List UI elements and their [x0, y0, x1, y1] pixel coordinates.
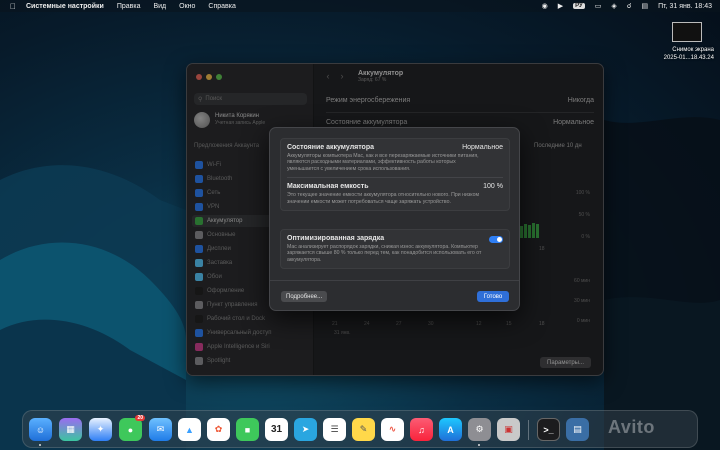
telegram-icon[interactable]: ➤: [294, 418, 317, 441]
capacity-description: Это текущее значение емкости аккумулятор…: [287, 192, 480, 205]
notes-icon[interactable]: ✎: [352, 418, 375, 441]
done-button[interactable]: Готово: [477, 291, 509, 302]
calendar-icon[interactable]: 31: [265, 418, 288, 441]
menu-app-name[interactable]: Системные настройки: [26, 3, 104, 10]
running-indicator: [39, 444, 41, 446]
play-icon[interactable]: ▶: [558, 2, 563, 10]
downloads-folder-icon[interactable]: ▤: [566, 418, 589, 441]
dock-divider: [528, 420, 529, 440]
search-icon[interactable]: ☌: [627, 2, 632, 10]
chat-bubble-icon: ●: [127, 424, 134, 435]
music-icon[interactable]: ♫: [410, 418, 433, 441]
menu-item-view[interactable]: Вид: [153, 3, 166, 10]
menu-clock[interactable]: Пт, 31 янв. 18:43: [658, 3, 712, 10]
app-store-icon[interactable]: A: [439, 418, 462, 441]
safari-icon[interactable]: ✦: [89, 418, 112, 441]
messages-icon[interactable]: ● 20: [119, 415, 145, 441]
photos-icon[interactable]: ✿: [207, 418, 230, 441]
optimized-charging-toggle[interactable]: [489, 236, 503, 243]
menu-item-window[interactable]: Окно: [179, 3, 195, 10]
menu-item-help[interactable]: Справка: [208, 3, 235, 10]
system-settings-icon[interactable]: ⚙: [468, 418, 491, 441]
vpn-status-icon[interactable]: ◉: [542, 2, 548, 10]
desktop-screenshot-name: Снимок экрана: [672, 47, 714, 53]
capacity-value: 100 %: [483, 183, 503, 191]
divider: [270, 280, 519, 281]
finder-icon[interactable]: ☺: [29, 418, 52, 441]
mail-icon[interactable]: ✉: [149, 418, 172, 441]
control-center-icon[interactable]: ▤: [642, 2, 649, 10]
health-card: Состояние аккумулятора Нормальное Аккуму…: [280, 138, 510, 212]
maps-icon[interactable]: ▲: [178, 418, 201, 441]
health-description: Аккумуляторы компьютера Mac, как и все п…: [287, 153, 479, 172]
more-info-button[interactable]: Подробнее...: [281, 291, 328, 302]
health-row: Состояние аккумулятора Нормальное Аккуму…: [281, 139, 509, 177]
capacity-title: Максимальная емкость: [287, 183, 369, 191]
desktop-screenshot-thumbnail[interactable]: [672, 22, 702, 42]
capacity-row: Максимальная емкость 100 % Это текущее з…: [281, 178, 509, 210]
avito-watermark: Avito: [608, 417, 655, 437]
health-title: Состояние аккумулятора: [287, 144, 375, 151]
preview-icon[interactable]: ▣: [497, 418, 520, 441]
freeform-icon[interactable]: ∿: [381, 418, 404, 441]
desktop-screenshot-date: 2025-01...18.43.24: [663, 55, 714, 61]
battery-icon[interactable]: ▭: [595, 2, 602, 10]
optimized-charging-row: Оптимизированная зарядка Mac анализирует…: [281, 230, 509, 268]
menu-item-edit[interactable]: Правка: [117, 3, 141, 10]
calendar-day: 31: [270, 424, 283, 435]
desktop-screenshot-label[interactable]: Снимок экрана 2025-01...18.43.24: [644, 46, 714, 62]
terminal-icon[interactable]: >_: [537, 418, 560, 441]
optimized-charging-card: Оптимизированная зарядка Mac анализирует…: [280, 229, 510, 270]
input-source-badge[interactable]: РУ: [573, 3, 585, 9]
apple-menu-icon[interactable]: : [6, 2, 20, 11]
battery-health-sheet: Состояние аккумулятора Нормальное Аккуму…: [269, 127, 520, 311]
dock: ☺ ▦ ✦ ● 20 ✉ ▲ ✿ ■ 31 ➤ ☰ ✎ ∿ ♫ A ⚙ ▣ >_…: [22, 410, 698, 448]
health-value: Нормальное: [462, 144, 503, 151]
launchpad-icon[interactable]: ▦: [59, 418, 82, 441]
messages-badge: 20: [135, 415, 145, 421]
menu-bar:  Системные настройки Правка Вид Окно Сп…: [0, 0, 720, 12]
optimized-charging-description: Mac анализирует распорядок зарядки, сниж…: [287, 244, 482, 263]
wifi-icon[interactable]: ◈: [611, 2, 616, 10]
running-indicator: [478, 444, 480, 446]
facetime-icon[interactable]: ■: [236, 418, 259, 441]
optimized-charging-title: Оптимизированная зарядка: [287, 235, 385, 242]
reminders-icon[interactable]: ☰: [323, 418, 346, 441]
